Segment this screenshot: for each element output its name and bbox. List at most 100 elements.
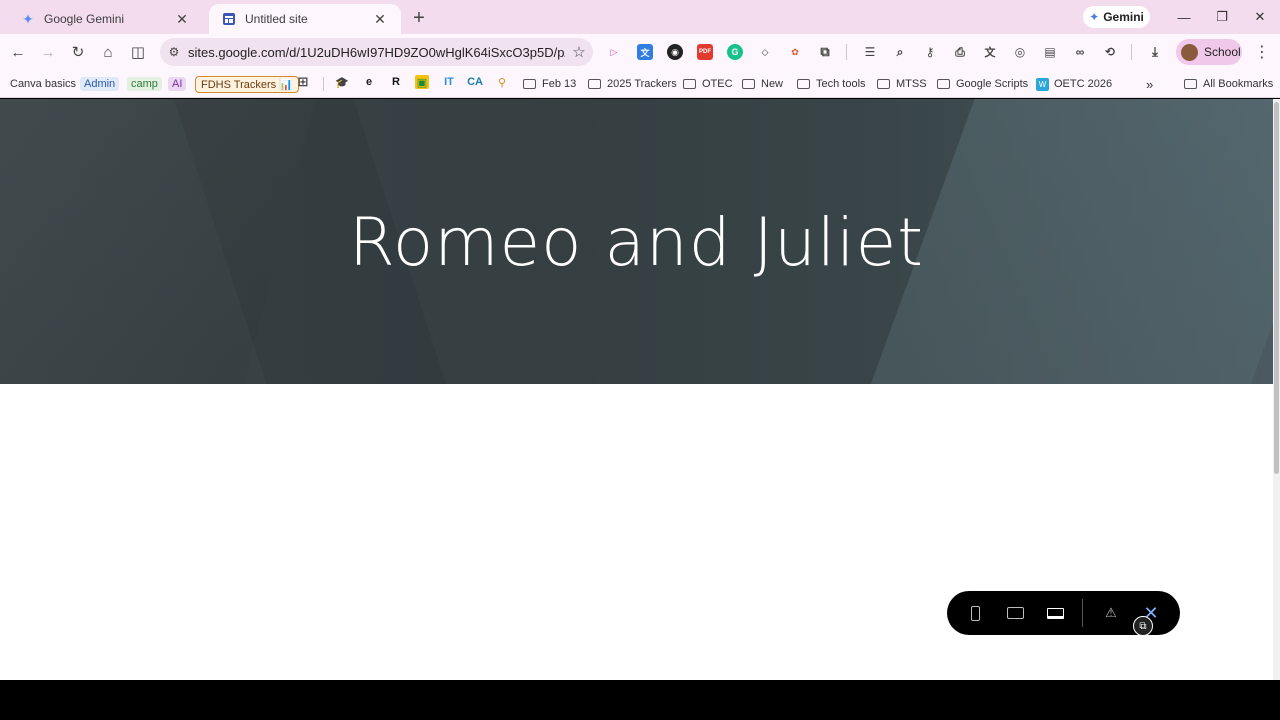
folder-all-bookmarks[interactable]: All Bookmarks — [1184, 75, 1273, 93]
site-info-icon[interactable]: ⚙ — [160, 45, 188, 59]
grammarly-icon[interactable]: G — [727, 44, 743, 60]
menu-kebab-icon[interactable]: ⋮ — [1252, 42, 1272, 62]
classroom-icon[interactable]: ▣ — [415, 75, 429, 89]
reading-list-icon[interactable]: ☰ — [862, 44, 878, 60]
bookmark-canva-basics[interactable]: Canva basics — [10, 75, 76, 93]
print-icon[interactable]: ⎙ — [952, 44, 968, 60]
folder-label: Tech tools — [816, 78, 866, 90]
url-text[interactable]: sites.google.com/d/1U2uDH6wI97HD9ZO0wHgl… — [188, 45, 565, 60]
side-panel-icon[interactable]: ◫ — [126, 40, 150, 64]
hero-banner: Romeo and Juliet — [0, 99, 1273, 384]
password-key-icon[interactable]: ⚷ — [922, 44, 938, 60]
translate-extension-icon[interactable]: 文 — [637, 44, 653, 60]
close-tab-icon[interactable]: ✕ — [173, 10, 191, 28]
bookmark-label: FDHS Trackers 📊 — [195, 75, 299, 93]
tablet-icon — [1006, 607, 1024, 619]
folder-feb-13[interactable]: Feb 13 — [523, 75, 576, 93]
folder-icon — [742, 79, 755, 89]
profile-label: School — [1204, 45, 1241, 59]
scrollbar-thumb[interactable] — [1274, 102, 1279, 474]
new-tab-button[interactable]: + — [408, 7, 430, 29]
phone-icon — [970, 605, 980, 621]
bookmark-label: OETC 2026 — [1054, 78, 1113, 90]
preview-separator — [1082, 599, 1083, 627]
tablet-preview-button[interactable] — [1003, 601, 1027, 625]
profile-button[interactable]: School — [1176, 39, 1242, 65]
close-window-icon[interactable]: ✕ — [1247, 6, 1273, 28]
laptop-icon — [1046, 607, 1064, 619]
tab-title: Untitled site — [245, 12, 308, 26]
edpuzzle-icon[interactable]: e — [362, 75, 376, 89]
folder-icon — [877, 79, 890, 89]
folder-label: Google Scripts — [956, 78, 1029, 90]
forward-icon[interactable]: → — [36, 40, 60, 64]
oetc-icon: W — [1036, 77, 1049, 91]
tab-title: Google Gemini — [44, 12, 125, 26]
phone-preview-button[interactable] — [963, 601, 987, 625]
folder-label: OTEC — [702, 78, 733, 90]
floating-action-icon[interactable]: ⧉ — [1133, 616, 1153, 636]
search-bookmark-icon[interactable]: ⚲ — [495, 75, 509, 89]
home-icon[interactable]: ⌂ — [96, 40, 120, 64]
bookmark-admin[interactable]: Admin — [80, 75, 120, 93]
back-icon[interactable]: ← — [6, 40, 30, 64]
folder-icon — [937, 79, 950, 89]
page-viewport: Romeo and Juliet ⚠ ✕ ⧉ — [0, 99, 1280, 680]
avatar — [1181, 43, 1198, 61]
bookmark-label: Admin — [80, 77, 120, 91]
download-icon[interactable]: ⤓ — [1147, 44, 1163, 60]
link-icon[interactable]: ∞ — [1072, 44, 1088, 60]
bookmark-ai[interactable]: AI — [168, 75, 187, 93]
bookmarks-overflow-button[interactable]: » — [1146, 75, 1153, 93]
tab-untitled-site[interactable]: Untitled site ✕ — [209, 4, 401, 34]
bookmark-label: camp — [127, 77, 162, 91]
restore-icon[interactable]: ❐ — [1209, 6, 1235, 28]
bookmark-oetc-2026[interactable]: W OETC 2026 — [1036, 75, 1112, 93]
reload-icon[interactable]: ↻ — [66, 40, 90, 64]
folder-2025-trackers[interactable]: 2025 Trackers — [588, 75, 677, 93]
folder-tech-tools[interactable]: Tech tools — [797, 75, 866, 93]
extension-arrow-icon[interactable]: ▷ — [606, 44, 622, 60]
reading-mode-icon[interactable]: ▤ — [1042, 44, 1058, 60]
history-icon[interactable]: ⟲ — [1102, 44, 1118, 60]
gemini-button-label: Gemini — [1103, 10, 1144, 24]
folder-mtss[interactable]: MTSS — [877, 75, 927, 93]
minimize-icon[interactable]: — — [1171, 6, 1197, 28]
graduation-cap-icon[interactable]: 🎓 — [335, 75, 349, 89]
laptop-preview-button[interactable] — [1043, 601, 1067, 625]
lens-icon[interactable]: ◎ — [1012, 44, 1028, 60]
bookmark-label: AI — [168, 77, 187, 91]
ca-bookmark-icon[interactable]: CA — [467, 75, 483, 89]
toolbar-separator — [846, 44, 847, 60]
folder-label: All Bookmarks — [1203, 78, 1274, 90]
it-bookmark-icon[interactable]: IT — [442, 75, 456, 89]
bottom-black-bar — [0, 680, 1280, 720]
folder-icon — [523, 79, 536, 89]
extensions-puzzle-icon[interactable]: ⧉ — [817, 44, 833, 60]
extension-dark-icon[interactable]: ◉ — [667, 44, 683, 60]
pdf-extension-icon[interactable]: PDF — [697, 44, 713, 60]
close-tab-icon[interactable]: ✕ — [371, 10, 389, 28]
folder-icon — [683, 79, 696, 89]
tab-google-gemini[interactable]: ✦ Google Gemini ✕ — [8, 4, 203, 34]
feedback-button[interactable]: ⚠ — [1099, 601, 1123, 625]
r-bookmark-icon[interactable]: R — [389, 75, 403, 89]
colorful-extension-icon[interactable]: ✿ — [787, 44, 803, 60]
translate-icon[interactable]: 文 — [982, 44, 998, 60]
bookmark-fdhs-trackers[interactable]: FDHS Trackers 📊 — [195, 75, 299, 93]
page-scrollbar[interactable] — [1273, 99, 1280, 680]
folder-new[interactable]: New — [742, 75, 783, 93]
search-page-icon[interactable]: ⌕ — [892, 44, 908, 60]
feedback-icon: ⚠ — [1105, 605, 1117, 620]
apps-grid-icon[interactable]: ⊞ — [296, 74, 310, 89]
bookmarks-separator — [323, 77, 324, 91]
folder-label: New — [761, 78, 784, 90]
bookmark-star-icon[interactable]: ☆ — [565, 43, 593, 61]
gem-extension-icon[interactable]: ◇ — [757, 44, 773, 60]
tab-strip: ✦ Google Gemini ✕ Untitled site ✕ + ✦ Ge… — [0, 0, 1280, 34]
address-bar[interactable]: ⚙ sites.google.com/d/1U2uDH6wI97HD9ZO0wH… — [160, 38, 593, 66]
bookmark-camp[interactable]: camp — [127, 75, 162, 93]
gemini-button[interactable]: ✦ Gemini — [1083, 6, 1150, 28]
folder-google-scripts[interactable]: Google Scripts — [937, 75, 1028, 93]
folder-otec[interactable]: OTEC — [683, 75, 733, 93]
